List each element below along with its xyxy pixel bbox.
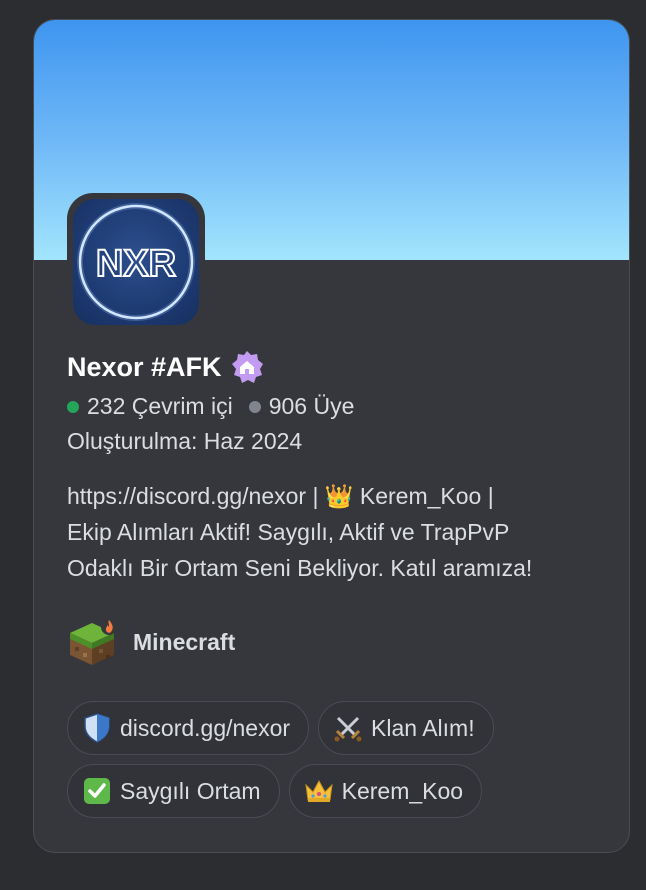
server-stats: 232 Çevrim içi 906 Üye [67, 393, 370, 420]
check-mark-icon [82, 776, 112, 806]
description-line: Ekip Alımları Aktif! Saygılı, Aktif ve T… [67, 519, 510, 545]
crown-icon [304, 776, 334, 806]
server-name: Nexor #AFK [67, 351, 222, 382]
created-date: Oluşturulma: Haz 2024 [67, 428, 303, 454]
game-activity[interactable]: Minecraft [67, 617, 235, 667]
tag-label: discord.gg/nexor [120, 714, 291, 741]
tag-label: Klan Alım! [371, 714, 475, 741]
server-profile-card: NXR Nexor #AFK 232 Çevrim içi 906 Üye Ol… [33, 19, 630, 853]
game-name: Minecraft [133, 628, 236, 655]
shield-icon [82, 713, 112, 743]
server-name-row: Nexor #AFK [67, 350, 264, 384]
crossed-swords-icon [333, 713, 363, 743]
tag-discord-link[interactable]: discord.gg/nexor [67, 701, 310, 755]
server-avatar[interactable]: NXR [67, 193, 205, 331]
server-tags: discord.gg/nexor Klan Alım! Saygılı Orta… [67, 701, 607, 827]
member-count: 906 Üye [248, 393, 355, 420]
members-dot-icon [248, 400, 261, 413]
tag-row: discord.gg/nexor Klan Alım! [67, 701, 607, 755]
online-dot-icon [67, 400, 79, 413]
description-line: https://discord.gg/nexor | 👑 Kerem_Koo | [67, 483, 494, 509]
tag-kerem-koo[interactable]: Kerem_Koo [288, 764, 483, 818]
minecraft-grass-block-icon [67, 617, 117, 667]
community-badge-icon [230, 350, 264, 384]
avatar-logo-text: NXR [96, 243, 176, 285]
tag-row: Saygılı Ortam Kerem_Koo [67, 764, 607, 818]
tag-saygili-ortam[interactable]: Saygılı Ortam [67, 764, 280, 818]
tag-label: Saygılı Ortam [120, 777, 261, 804]
description-line: Odaklı Bir Ortam Seni Bekliyor. Katıl ar… [67, 555, 533, 581]
tag-label: Kerem_Koo [341, 777, 464, 804]
tag-klan-alim[interactable]: Klan Alım! [318, 701, 494, 755]
server-avatar-image: NXR [73, 199, 199, 325]
online-count-text: 232 Çevrim içi [87, 393, 233, 419]
server-description: https://discord.gg/nexor | 👑 Kerem_Koo |… [67, 478, 612, 586]
member-count-text: 906 Üye [268, 393, 355, 419]
online-count: 232 Çevrim içi [67, 393, 233, 420]
